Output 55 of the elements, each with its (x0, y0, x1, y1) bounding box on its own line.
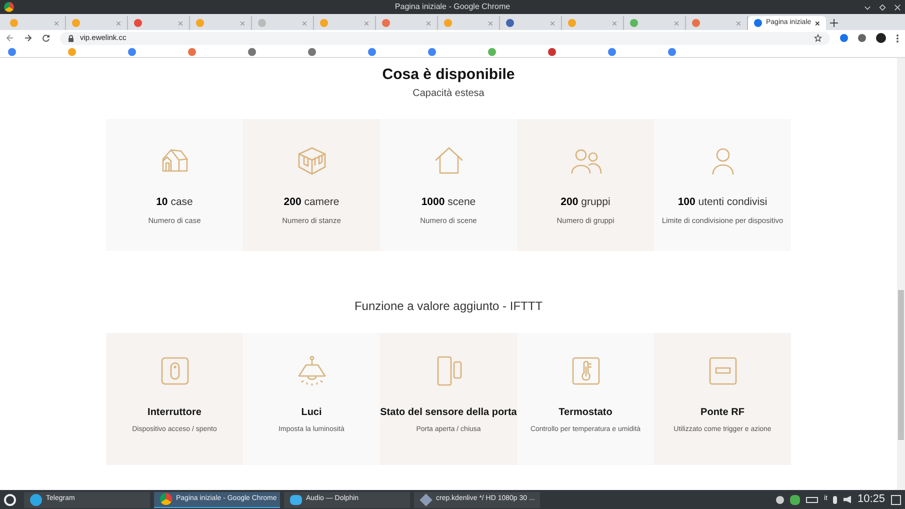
bookmark-icon[interactable] (188, 48, 196, 56)
section-heading: Cosa è disponibile (382, 67, 515, 82)
capacity-value: 200 camere (284, 195, 340, 210)
bookmark-icon[interactable] (488, 48, 496, 56)
capacity-value: 100 utenti condivisi (678, 195, 768, 210)
close-icon[interactable] (815, 20, 820, 26)
microphone-icon[interactable] (833, 496, 838, 504)
feature-title: Termostato (558, 406, 612, 420)
video-editor-icon (420, 493, 432, 506)
reload-icon[interactable] (42, 34, 50, 42)
feature-title: Interruttore (148, 406, 202, 420)
bookmark-icon[interactable] (8, 48, 16, 56)
thermometer-icon (570, 355, 602, 387)
maximize-icon[interactable] (879, 4, 886, 10)
capacity-value: 200 gruppi (560, 195, 610, 210)
bookmark-icon[interactable] (428, 48, 436, 56)
section-subtitle: Capacità estesa (412, 87, 484, 101)
bookmark-icon[interactable] (668, 48, 676, 56)
bookmark-icon[interactable] (308, 48, 316, 56)
launcher-icon[interactable] (4, 494, 16, 506)
browser-icon (4, 2, 14, 12)
menu-icon[interactable] (896, 34, 899, 42)
lock-icon (68, 34, 74, 42)
volume-icon[interactable] (843, 496, 852, 504)
section-heading: Funzione a valore aggiunto - IFTTT (354, 298, 543, 315)
switch-icon (158, 355, 190, 387)
folder-icon (290, 494, 302, 504)
room-icon (296, 145, 328, 177)
bookmark-icon[interactable] (368, 48, 376, 56)
extension-icon[interactable] (858, 34, 866, 42)
minimize-icon[interactable] (864, 4, 871, 10)
bookmark-icon[interactable] (548, 48, 556, 56)
capacity-value: 1000 scene (421, 195, 476, 210)
lamp-icon (296, 355, 328, 387)
forward-icon[interactable] (24, 34, 32, 42)
feature-title: Luci (301, 406, 322, 420)
capacity-value: 10 case (156, 195, 193, 210)
bookmark-icon[interactable] (128, 48, 136, 56)
extension-icon[interactable] (840, 34, 848, 42)
rf-bridge-icon (706, 355, 738, 387)
scrollbar[interactable] (897, 58, 905, 490)
bookmark-icon[interactable] (248, 48, 256, 56)
new-tab-icon[interactable] (830, 19, 838, 27)
clock: 10:25 (857, 492, 885, 508)
feature-title: Stato del sensore della porta (380, 406, 517, 420)
tray-icon[interactable] (776, 496, 784, 504)
bookmark-icon[interactable] (608, 48, 616, 56)
battery-icon[interactable] (806, 496, 818, 502)
show-desktop-icon[interactable] (891, 494, 901, 504)
back-icon[interactable] (6, 34, 14, 42)
avatar-icon[interactable] (876, 33, 886, 43)
star-icon[interactable] (814, 34, 822, 42)
window-title: Pagina iniziale - Google Chrome (394, 1, 510, 13)
browser-icon (160, 493, 172, 505)
feature-title: Ponte RF (700, 406, 744, 420)
